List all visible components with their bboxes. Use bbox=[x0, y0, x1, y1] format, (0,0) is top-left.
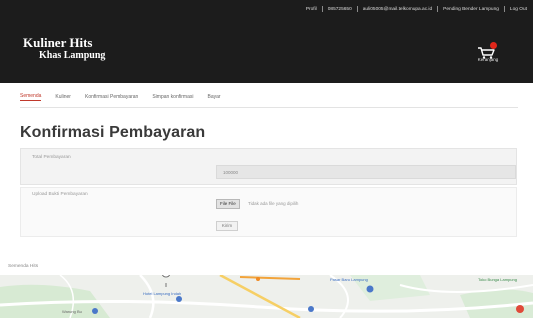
upload-label: Upload Bukti Pembayaran bbox=[32, 192, 88, 197]
file-status: Tidak ada file yang dipilih bbox=[248, 201, 299, 206]
top-link-pending[interactable]: Pending Bender Lampung bbox=[443, 7, 499, 12]
brand-subtitle: Khas Lampung bbox=[39, 50, 106, 61]
map-pin-icon bbox=[366, 285, 374, 293]
total-value: 100000 bbox=[223, 170, 239, 175]
tabs-divider bbox=[20, 107, 518, 108]
brand-title: Kuliner Hits bbox=[23, 35, 93, 50]
top-link-phone[interactable]: 085725650 bbox=[328, 7, 352, 12]
map-place-label: Hotel Lampung Indah bbox=[143, 291, 181, 296]
site-header: Profil 085725650 auli05005@mail.telkomup… bbox=[0, 0, 533, 83]
choose-file-button[interactable]: File File bbox=[216, 199, 240, 209]
tab-konfirmasi-pembayaran[interactable]: Konfirmasi Pembayaran bbox=[85, 94, 138, 100]
map-tiles: Pasar Baru Lampung Toko Bunga Lampung Ho… bbox=[0, 275, 533, 318]
tab-kuliner[interactable]: Kuliner bbox=[55, 94, 71, 100]
top-link-logout[interactable]: Log Out bbox=[510, 7, 527, 12]
total-field[interactable]: 100000 bbox=[216, 165, 516, 179]
tab-simpan-konfirmasi[interactable]: Simpan konfirmasi bbox=[152, 94, 193, 100]
separator bbox=[503, 6, 505, 12]
brand-logo[interactable]: Kuliner Hits Khas Lampung bbox=[23, 36, 105, 62]
map-pin-icon bbox=[256, 277, 260, 281]
separator bbox=[356, 6, 358, 12]
submit-button[interactable]: Kirim bbox=[216, 221, 238, 231]
map-pin-icon bbox=[176, 296, 182, 302]
top-links: Profil 085725650 auli05005@mail.telkomup… bbox=[306, 3, 527, 15]
map-place-label: Warung Bu bbox=[62, 309, 82, 314]
map-place-label: Toko Bunga Lampung bbox=[478, 277, 517, 282]
separator bbox=[321, 6, 323, 12]
cart-badge bbox=[490, 42, 497, 49]
map-place-label: Pasar Baru Lampung bbox=[330, 277, 368, 282]
map-pin-icon bbox=[516, 305, 524, 313]
map-pin-icon bbox=[92, 308, 98, 314]
separator bbox=[437, 6, 439, 12]
upload-row bbox=[20, 187, 517, 237]
page-title: Konfirmasi Pembayaran bbox=[20, 124, 206, 141]
top-link-email[interactable]: auli05005@mail.telkomupa.ac.id bbox=[363, 7, 432, 12]
cart-label[interactable]: Keranjang bbox=[471, 57, 505, 62]
total-label: Total Pembayaran bbox=[32, 155, 71, 160]
page: Profil 085725650 auli05005@mail.telkomup… bbox=[0, 0, 533, 318]
top-link-profile[interactable]: Profil bbox=[306, 7, 317, 12]
nav-tabs: Semenda Kuliner Konfirmasi Pembayaran Si… bbox=[20, 91, 221, 103]
tab-bayar[interactable]: Bayar bbox=[207, 94, 220, 100]
cart-icon[interactable] bbox=[476, 42, 500, 68]
map-label: Semenda Hits bbox=[8, 264, 39, 269]
tab-semenda[interactable]: Semenda bbox=[20, 93, 42, 101]
map-embed[interactable]: Pasar Baru Lampung Toko Bunga Lampung Ho… bbox=[0, 275, 533, 318]
map-pin-icon bbox=[308, 306, 314, 312]
